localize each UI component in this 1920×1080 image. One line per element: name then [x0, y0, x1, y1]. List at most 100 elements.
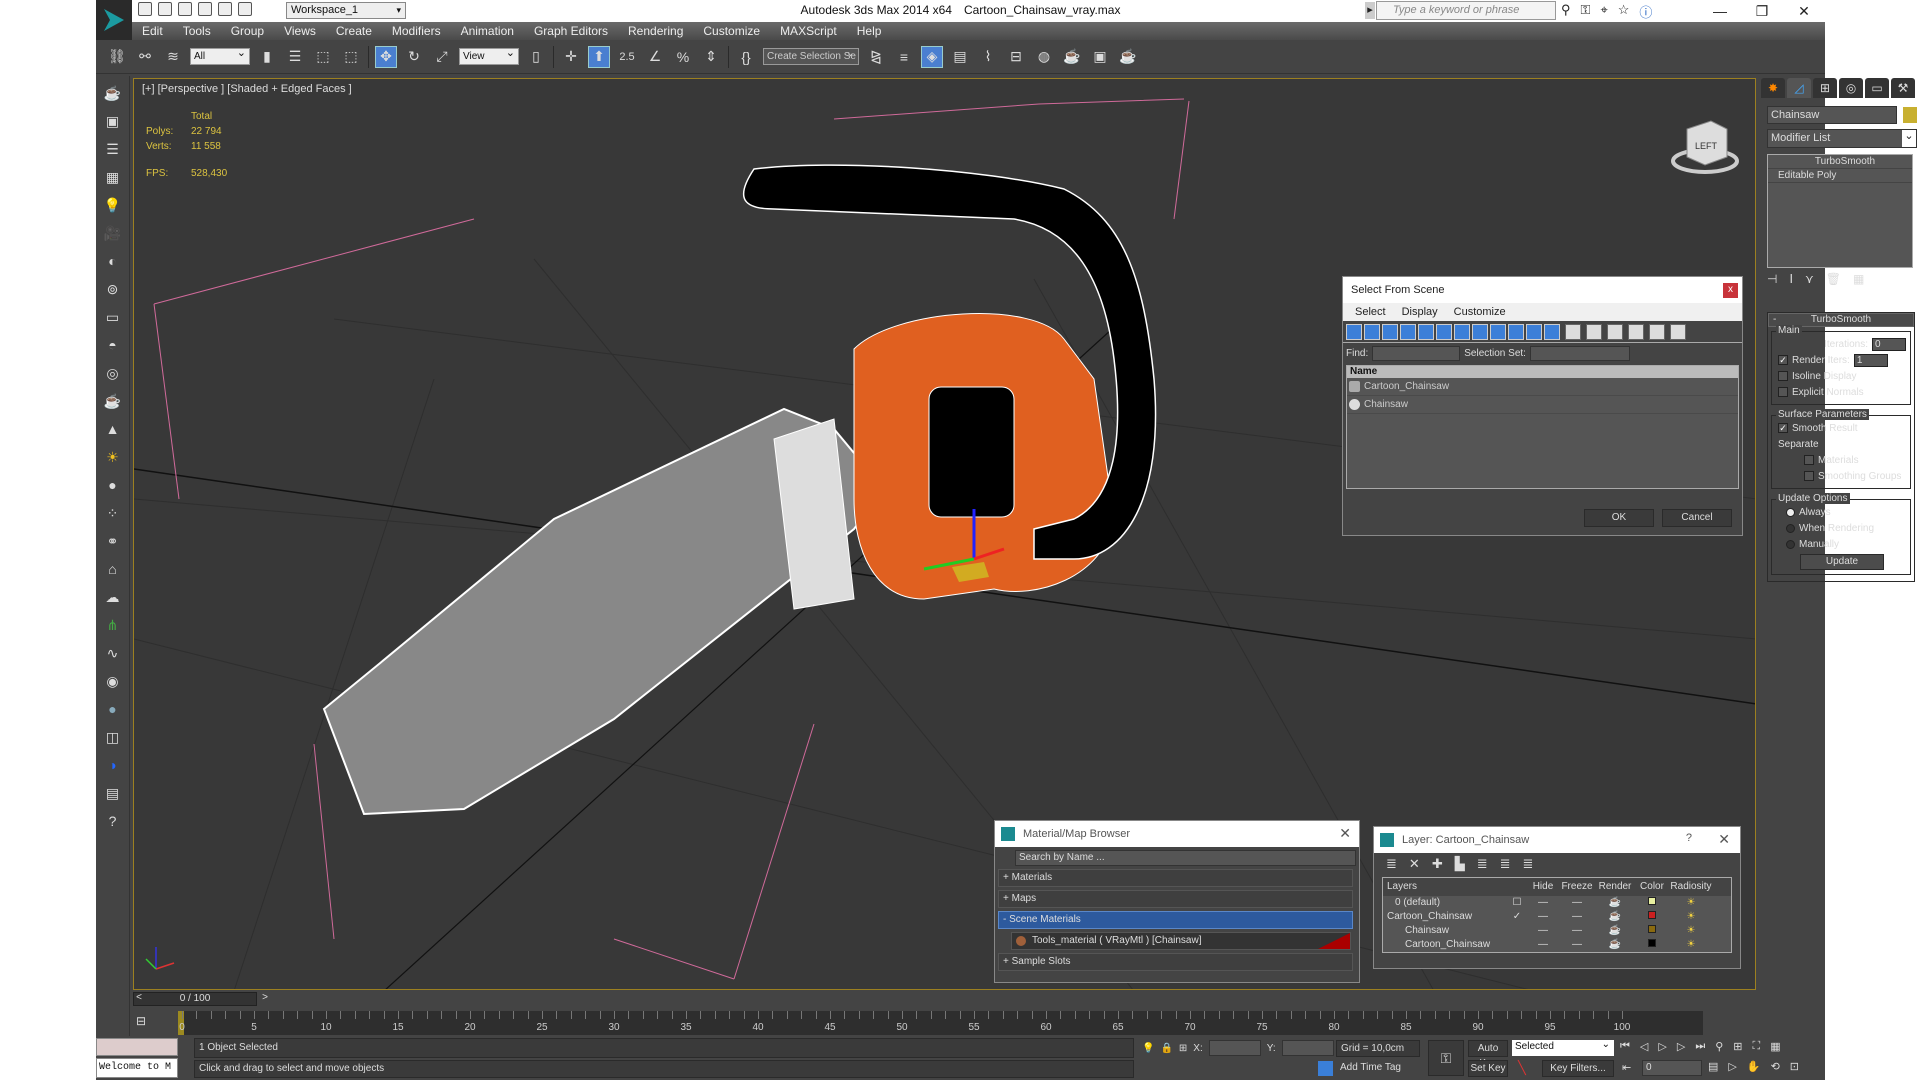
filter-options-icon[interactable]	[1649, 323, 1665, 340]
key-icon[interactable]: ⚿	[1581, 2, 1591, 21]
teapot-gold-icon[interactable]: ☕	[102, 390, 124, 412]
create-layer-icon[interactable]: ≣	[1386, 856, 1397, 872]
angle-snap-icon[interactable]: ∠	[644, 46, 666, 68]
menu-maxscript[interactable]: MAXScript	[780, 24, 837, 38]
current-layer-toggle[interactable]	[1507, 938, 1527, 952]
window-crossing-icon[interactable]: ⬚	[340, 46, 362, 68]
hierarchy-tab-icon[interactable]: ⊞	[1813, 78, 1837, 98]
explicit-normals-checkbox[interactable]	[1778, 387, 1788, 397]
col-current[interactable]	[1507, 878, 1527, 896]
freeze-toggle[interactable]: —	[1559, 896, 1595, 910]
reference-coordinate-dropdown[interactable]: View	[459, 46, 519, 65]
scene-material-item[interactable]: Tools_material ( VRayMtl ) [Chainsaw]	[1011, 932, 1351, 950]
render-iters-spinner[interactable]: 1	[1853, 353, 1888, 367]
minimize-button[interactable]: —	[1699, 0, 1741, 22]
maxscript-listener[interactable]	[96, 1038, 178, 1056]
binoculars-icon[interactable]: ⚲	[1561, 2, 1571, 21]
lights-filter-icon[interactable]	[1382, 323, 1398, 340]
list-icon[interactable]: ☰	[102, 138, 124, 160]
col-freeze[interactable]: Freeze	[1559, 878, 1595, 896]
restore-button[interactable]: ❐	[1741, 0, 1783, 22]
star-icon[interactable]: ☆	[1618, 2, 1630, 21]
molecule-icon[interactable]: ⚭	[102, 530, 124, 552]
bones-filter-icon[interactable]	[1490, 323, 1506, 340]
panel-arrow-icon[interactable]: ▤	[102, 782, 124, 804]
edit-named-selection-icon[interactable]: {}	[735, 46, 757, 68]
object-color-swatch[interactable]	[1903, 107, 1917, 123]
zoom-extents-all-icon[interactable]: ▦	[1770, 1040, 1780, 1053]
percent-snap-icon[interactable]: %	[672, 46, 694, 68]
layer-row[interactable]: Cartoon_Chainsaw ✓ — — ☕ ☀	[1383, 910, 1731, 924]
freeze-toggle[interactable]: —	[1559, 924, 1595, 938]
menu-edit[interactable]: Edit	[142, 24, 163, 38]
helpers-filter-icon[interactable]	[1418, 323, 1434, 340]
render-production-icon[interactable]: ☕	[1117, 46, 1139, 68]
select-none-icon[interactable]	[1586, 323, 1602, 340]
current-layer-toggle[interactable]: ✓	[1507, 910, 1527, 924]
light-lister-icon[interactable]: 💡	[102, 194, 124, 216]
teapot-icon[interactable]: ☕	[102, 82, 124, 104]
make-unique-icon[interactable]: ⋎	[1805, 272, 1814, 286]
cloth-icon[interactable]: ◉	[102, 670, 124, 692]
hair-icon[interactable]: ∿	[102, 642, 124, 664]
isolate-icon[interactable]: 💡	[1142, 1043, 1154, 1054]
cone-icon[interactable]: ▲	[102, 418, 124, 440]
utilities-tab-icon[interactable]: ⚒	[1891, 78, 1915, 98]
remove-modifier-icon[interactable]: 🗑	[1826, 272, 1841, 286]
grass-icon[interactable]: ⋔	[102, 614, 124, 636]
time-slider[interactable]: 0 / 100	[133, 992, 257, 1006]
set-keys-button[interactable]: ⚿	[1428, 1040, 1464, 1076]
maximize-viewport-icon[interactable]: ⊡	[1790, 1060, 1799, 1073]
layer-color-swatch[interactable]	[1635, 896, 1669, 910]
close-button[interactable]: ✕	[1783, 0, 1825, 22]
y-field[interactable]	[1281, 1040, 1334, 1056]
menu-customize[interactable]: Customize	[703, 24, 760, 38]
list-item[interactable]: Chainsaw	[1347, 396, 1738, 414]
camera-icon[interactable]: 🎥	[102, 222, 124, 244]
menu-graph-editors[interactable]: Graph Editors	[534, 24, 608, 38]
help-search-input[interactable]: Type a keyword or phrase	[1365, 1, 1556, 20]
menu-animation[interactable]: Animation	[461, 24, 514, 38]
update-button[interactable]: Update	[1800, 554, 1884, 570]
select-scale-icon[interactable]: ⤢	[431, 46, 453, 68]
stack-item-turbosmooth[interactable]: TurboSmooth	[1768, 155, 1912, 169]
schematic-view-icon[interactable]: ⊟	[1005, 46, 1027, 68]
hide-all-icon[interactable]: ≣	[1500, 856, 1511, 872]
when-rendering-radio[interactable]	[1786, 523, 1795, 533]
iterations-spinner[interactable]: 0	[1872, 337, 1906, 351]
sample-slots-section[interactable]: + Sample Slots	[998, 953, 1353, 971]
object-name-field[interactable]: Chainsaw	[1767, 106, 1897, 124]
rect-selection-icon[interactable]: ⬚	[312, 46, 334, 68]
maps-section[interactable]: + Maps	[998, 890, 1353, 908]
configure-sets-icon[interactable]: ▦	[1853, 272, 1864, 286]
dialog-title[interactable]: Material/Map Browser	[995, 821, 1359, 847]
zoom-extents-icon[interactable]: ⛶	[1753, 1040, 1761, 1053]
selection-filter-dropdown[interactable]: All	[190, 46, 250, 65]
lock-icon[interactable]: 🔒	[1160, 1043, 1172, 1054]
spacewarps-filter-icon[interactable]	[1436, 323, 1452, 340]
workspace-dropdown[interactable]: Workspace_1	[286, 2, 406, 19]
layer-name[interactable]: Cartoon_Chainsaw	[1383, 938, 1507, 952]
radiosity-icon[interactable]: ☀	[1669, 896, 1713, 910]
layer-color-swatch[interactable]	[1635, 910, 1669, 924]
default-tangent-icon[interactable]: ╲	[1518, 1060, 1526, 1076]
list-item[interactable]: Cartoon_Chainsaw	[1347, 378, 1738, 396]
scene-materials-section[interactable]: - Scene Materials	[998, 911, 1353, 929]
manipulate-icon[interactable]: ✛	[560, 46, 582, 68]
dialog-title[interactable]: Select From Scene	[1343, 277, 1742, 303]
freeze-toggle[interactable]: —	[1559, 938, 1595, 952]
camera-light-icon[interactable]: ◐	[102, 250, 124, 272]
close-button[interactable]: ✕	[1339, 825, 1351, 842]
current-layer-toggle[interactable]	[1507, 924, 1527, 938]
auto-key-button[interactable]: Auto Key	[1468, 1040, 1508, 1069]
unlink-icon[interactable]: ⚯	[134, 46, 156, 68]
menu-group[interactable]: Group	[231, 24, 264, 38]
filter-icon[interactable]	[1628, 323, 1644, 340]
materials-section[interactable]: + Materials	[998, 869, 1353, 887]
freeze-toggle[interactable]: —	[1559, 910, 1595, 924]
highlight-layer-icon[interactable]: ≣	[1477, 856, 1488, 872]
motion-tab-icon[interactable]: ◎	[1839, 78, 1863, 98]
col-layers[interactable]: Layers	[1383, 878, 1507, 896]
mirror-icon[interactable]: ⧎	[865, 46, 887, 68]
absolute-mode-icon[interactable]: ⊞	[1179, 1043, 1187, 1054]
